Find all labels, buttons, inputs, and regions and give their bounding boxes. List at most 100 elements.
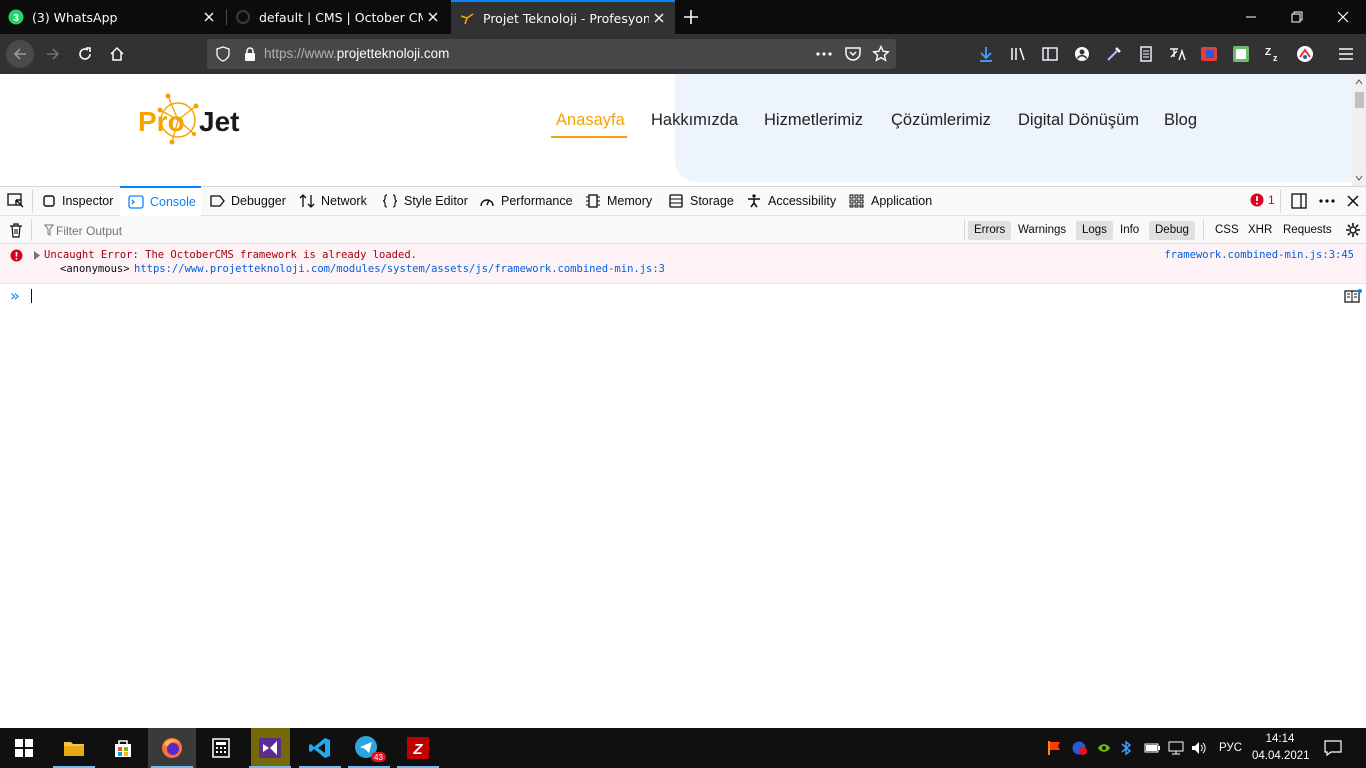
taskbar-filezilla[interactable]: Z (394, 728, 442, 768)
tray-flag-icon[interactable] (1047, 740, 1063, 756)
tab-application[interactable]: Application (841, 186, 940, 216)
close-devtools-icon[interactable] (1346, 194, 1360, 208)
tab-accessibility[interactable]: Accessibility (738, 186, 844, 216)
tray-language[interactable]: РУС (1219, 728, 1242, 768)
close-tab-icon[interactable] (423, 7, 443, 27)
reload-button[interactable] (71, 40, 99, 68)
lock-icon[interactable] (243, 46, 257, 62)
nav-blog[interactable]: Blog (1164, 111, 1197, 130)
minimize-button[interactable] (1228, 0, 1274, 34)
page-scrollbar[interactable] (1352, 74, 1366, 186)
home-button[interactable] (103, 40, 131, 68)
tab-title: default | CMS | October CMS (259, 9, 423, 25)
close-tab-icon[interactable] (649, 8, 669, 28)
close-window-button[interactable] (1320, 0, 1366, 34)
tab-projet[interactable]: Projet Teknoloji - Profesyonel, I (451, 0, 675, 34)
toolbar-divider (32, 189, 33, 213)
tab-whatsapp[interactable]: 3 (3) WhatsApp (0, 0, 225, 34)
minimize-icon (1246, 16, 1256, 18)
tab-inspector[interactable]: Inspector (34, 186, 121, 216)
tab-performance[interactable]: Performance (471, 186, 581, 216)
extension-green-icon[interactable] (1232, 45, 1250, 63)
dock-options-icon[interactable] (1291, 193, 1307, 209)
taskbar-vscode[interactable] (296, 728, 344, 768)
nav-hizmetlerimiz[interactable]: Hizmetlerimiz (764, 111, 863, 130)
tab-network[interactable]: Network (291, 186, 375, 216)
taskbar-firefox[interactable] (148, 728, 196, 768)
tab-memory[interactable]: Memory (577, 186, 660, 216)
start-button[interactable] (0, 728, 48, 768)
new-tab-button[interactable] (680, 6, 702, 28)
account-icon[interactable] (1073, 45, 1091, 63)
tab-storage[interactable]: Storage (660, 186, 742, 216)
tray-volume-icon[interactable] (1190, 740, 1208, 756)
taskbar-file-explorer[interactable] (50, 728, 98, 768)
tab-console[interactable]: Console (120, 186, 201, 216)
console-settings-gear-icon[interactable] (1345, 222, 1361, 238)
extension-red-icon[interactable] (1200, 45, 1218, 63)
pocket-icon[interactable] (844, 45, 862, 63)
eyedropper-icon[interactable] (1105, 45, 1123, 63)
store-bag-icon (115, 740, 131, 757)
tab-debugger[interactable]: Debugger (201, 186, 294, 216)
extension-circle-icon[interactable] (1296, 45, 1314, 63)
svg-text:3: 3 (13, 13, 19, 24)
filter-debug-button[interactable]: Debug (1149, 221, 1195, 240)
nav-cozumlerimiz[interactable]: Çözümlerimiz (891, 111, 991, 130)
expand-arrow-icon[interactable] (33, 251, 41, 260)
error-text: Uncaught Error: The OctoberCMS framework… (44, 249, 417, 261)
tray-bluetooth-icon[interactable] (1120, 740, 1132, 756)
console-input-caret[interactable] (31, 289, 32, 303)
tab-octobercms[interactable]: default | CMS | October CMS (227, 0, 449, 34)
back-button[interactable] (6, 40, 34, 68)
more-options-icon[interactable] (1318, 193, 1336, 209)
filter-xhr-button[interactable]: XHR (1242, 221, 1278, 240)
notification-center-icon[interactable] (1324, 739, 1342, 757)
forward-button[interactable] (39, 40, 67, 68)
filter-output-input[interactable] (56, 221, 456, 240)
projet-logo[interactable]: Pro Jet (138, 88, 254, 146)
taskbar-store[interactable] (99, 728, 147, 768)
page-actions-icon[interactable] (815, 45, 833, 63)
restore-button[interactable] (1274, 0, 1320, 34)
filter-css-button[interactable]: CSS (1209, 221, 1245, 240)
filter-errors-button[interactable]: Errors (968, 221, 1012, 240)
filter-logs-button[interactable]: Logs (1076, 221, 1113, 240)
filter-warnings-button[interactable]: Warnings (1012, 221, 1072, 240)
clock-time: 14:14 (1265, 733, 1295, 745)
shield-icon[interactable] (215, 46, 231, 62)
reader-notes-icon[interactable] (1137, 45, 1155, 63)
hamburger-menu-icon[interactable] (1337, 45, 1355, 63)
stack-frame-link[interactable]: https://www.projetteknoloji.com/modules/… (134, 263, 665, 275)
tab-style-editor[interactable]: Style Editor (374, 186, 476, 216)
filter-divider (1203, 219, 1204, 241)
filter-requests-button[interactable]: Requests (1277, 221, 1338, 240)
bookmark-star-icon[interactable] (872, 45, 890, 63)
error-source-link[interactable]: framework.combined-min.js:3:45 (1164, 249, 1354, 261)
editor-mode-icon[interactable] (1344, 289, 1362, 303)
close-tab-icon[interactable] (199, 7, 219, 27)
nav-anasayfa[interactable]: Anasayfa (556, 111, 625, 130)
taskbar-telegram[interactable]: 43 (345, 728, 393, 768)
sleep-tabs-icon[interactable]: Zz (1264, 45, 1282, 63)
nav-hakkimizda[interactable]: Hakkımızda (651, 111, 738, 130)
trash-icon[interactable] (9, 223, 23, 238)
arrow-left-icon (13, 48, 26, 60)
error-counter[interactable]: 1 (1250, 193, 1275, 207)
url-text[interactable]: https://www.projetteknoloji.com (264, 46, 449, 61)
library-icon[interactable] (1009, 45, 1027, 63)
download-icon[interactable] (977, 45, 995, 63)
element-picker-icon[interactable] (7, 193, 25, 209)
taskbar-visual-studio[interactable] (246, 728, 294, 768)
filter-info-button[interactable]: Info (1114, 221, 1145, 240)
tray-badge-icon[interactable] (1071, 740, 1089, 756)
sidebar-icon[interactable] (1041, 45, 1059, 63)
tray-battery-icon[interactable] (1143, 741, 1161, 755)
translate-icon[interactable] (1168, 45, 1186, 63)
filter-divider (964, 219, 965, 241)
tray-network-icon[interactable] (1167, 740, 1185, 756)
taskbar-calculator[interactable] (197, 728, 245, 768)
nav-digital-donusum[interactable]: Digital Dönüşüm (1018, 111, 1139, 130)
tray-clock[interactable]: 14:14 04.04.2021 (1252, 731, 1310, 765)
tray-nvidia-icon[interactable] (1096, 740, 1112, 756)
